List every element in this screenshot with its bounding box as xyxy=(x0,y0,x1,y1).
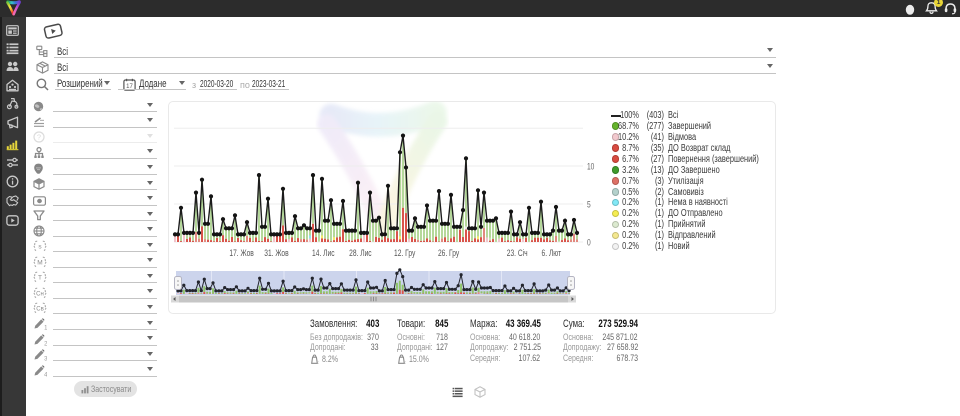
svg-text:23. Січ: 23. Січ xyxy=(507,248,528,258)
svg-text:17. Жов: 17. Жов xyxy=(229,248,253,258)
svg-text:5: 5 xyxy=(587,200,591,210)
svg-text:10: 10 xyxy=(587,162,595,172)
svg-text:14. Лис: 14. Лис xyxy=(312,248,335,258)
svg-text:26. Гру: 26. Гру xyxy=(438,248,459,258)
svg-text:0: 0 xyxy=(587,238,591,248)
svg-text:28. Лис: 28. Лис xyxy=(349,248,372,258)
svg-text:12. Гру: 12. Гру xyxy=(394,248,415,258)
svg-text:6. Лют: 6. Лют xyxy=(542,248,562,258)
svg-text:31. Жов: 31. Жов xyxy=(264,248,288,258)
